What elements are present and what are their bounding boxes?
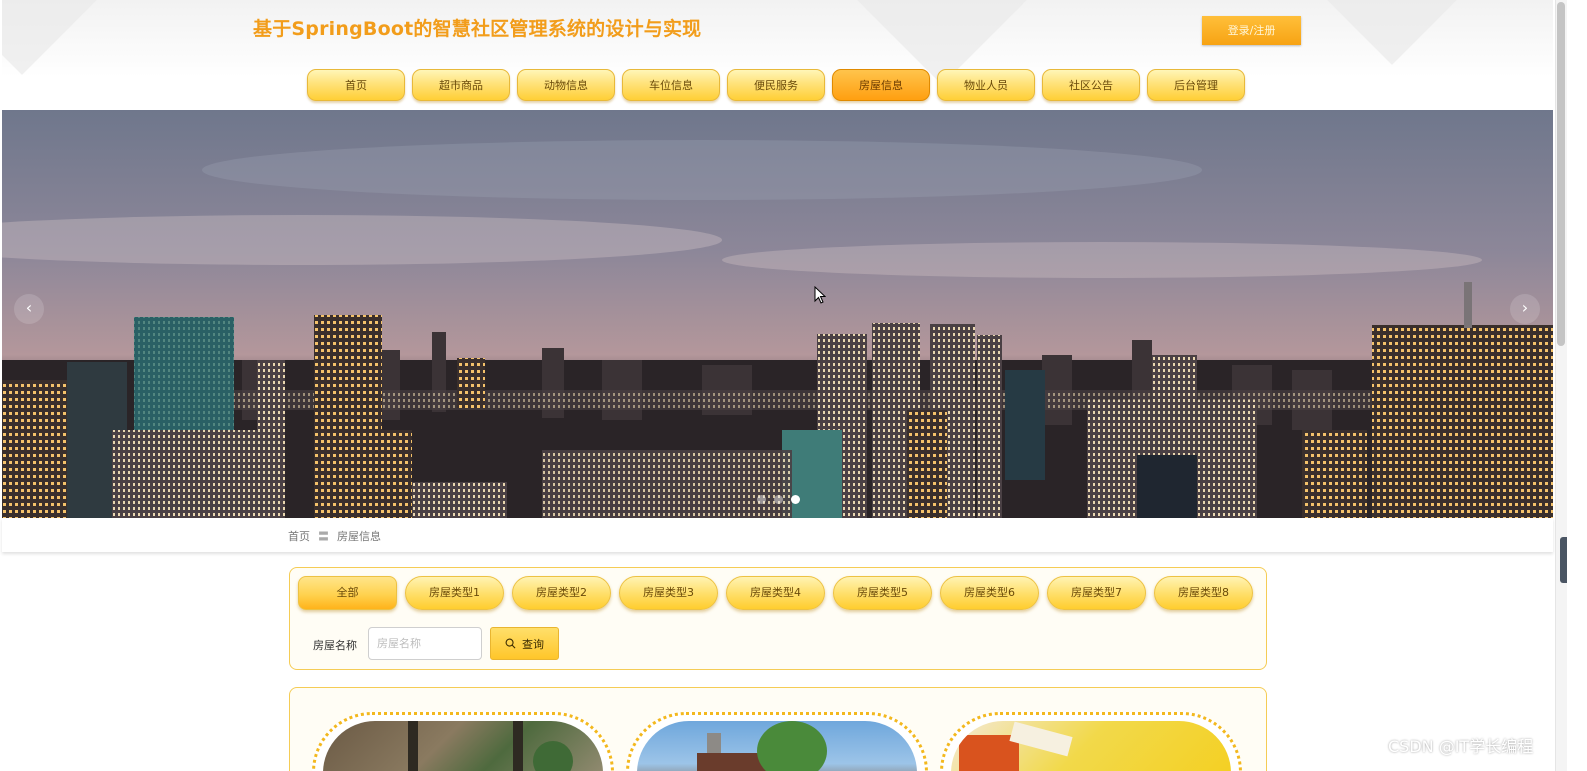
nav-item-7[interactable]: 物业人员 bbox=[937, 69, 1035, 101]
house-card[interactable] bbox=[626, 712, 928, 771]
site-title: 基于SpringBoot的智慧社区管理系统的设计与实现 bbox=[253, 18, 702, 40]
category-tab-8[interactable]: 房屋类型8 bbox=[1154, 576, 1253, 610]
breadcrumb-current: 房屋信息 bbox=[337, 530, 381, 543]
nav-item-6[interactable]: 房屋信息 bbox=[832, 69, 930, 101]
main-nav: 首页 超市商品 动物信息 车位信息 便民服务 房屋信息 物业人员 社区公告 后台管理 bbox=[307, 69, 1245, 103]
house-name-search-input[interactable] bbox=[368, 627, 482, 660]
header-decoration bbox=[2, 0, 107, 75]
banner-carousel bbox=[2, 110, 1553, 518]
search-button-label: 查询 bbox=[522, 637, 544, 651]
city-skyline-image bbox=[2, 110, 1553, 518]
banner-dots bbox=[757, 495, 800, 504]
side-toolbar-tab[interactable] bbox=[1560, 537, 1567, 583]
nav-item-9[interactable]: 后台管理 bbox=[1147, 69, 1245, 101]
breadcrumb-home[interactable]: 首页 bbox=[288, 528, 310, 544]
breadcrumb-separator: 〓 bbox=[318, 530, 329, 543]
category-tab-0[interactable]: 全部 bbox=[298, 576, 397, 610]
category-tab-3[interactable]: 房屋类型3 bbox=[619, 576, 718, 610]
house-photo-2 bbox=[637, 721, 917, 771]
scrollbar-thumb[interactable] bbox=[1557, 2, 1565, 346]
search-label: 房屋名称 bbox=[313, 639, 357, 652]
banner-dot[interactable] bbox=[757, 495, 766, 504]
category-tab-1[interactable]: 房屋类型1 bbox=[405, 576, 504, 610]
banner-next-arrow[interactable]: › bbox=[1510, 294, 1540, 324]
header-decoration bbox=[1307, 0, 1477, 65]
breadcrumb-bar bbox=[2, 518, 1553, 552]
banner-dot[interactable] bbox=[774, 495, 783, 504]
category-tab-4[interactable]: 房屋类型4 bbox=[726, 576, 825, 610]
nav-item-3[interactable]: 动物信息 bbox=[517, 69, 615, 101]
nav-item-5[interactable]: 便民服务 bbox=[727, 69, 825, 101]
house-photo-3 bbox=[951, 721, 1231, 771]
house-card[interactable] bbox=[312, 712, 614, 771]
category-filter: 全部 房屋类型1 房屋类型2 房屋类型3 房屋类型4 房屋类型5 房屋类型6 房屋类型7 房屋类… bbox=[298, 576, 1253, 610]
mouse-cursor-icon bbox=[814, 286, 826, 304]
nav-item-8[interactable]: 社区公告 bbox=[1042, 69, 1140, 101]
page: 基于SpringBoot的智慧社区管理系统的设计与实现 登录/注册 首页 超市商品… bbox=[0, 0, 1587, 771]
category-tab-7[interactable]: 房屋类型7 bbox=[1047, 576, 1146, 610]
house-photo-1 bbox=[323, 721, 603, 771]
search-icon bbox=[505, 638, 516, 649]
breadcrumb: 首页 〓 房屋信息 bbox=[288, 528, 381, 544]
category-tab-2[interactable]: 房屋类型2 bbox=[512, 576, 611, 610]
nav-item-1[interactable]: 首页 bbox=[307, 69, 405, 101]
search-button[interactable]: 查询 bbox=[490, 627, 559, 660]
watermark: CSDN @IT学长编程 bbox=[1388, 737, 1534, 756]
banner-prev-arrow[interactable]: ‹ bbox=[14, 294, 44, 324]
nav-item-2[interactable]: 超市商品 bbox=[412, 69, 510, 101]
category-tab-5[interactable]: 房屋类型5 bbox=[833, 576, 932, 610]
banner-dot-active[interactable] bbox=[791, 495, 800, 504]
login-register-button[interactable]: 登录/注册 bbox=[1202, 16, 1301, 45]
nav-item-4[interactable]: 车位信息 bbox=[622, 69, 720, 101]
house-card[interactable] bbox=[940, 712, 1242, 771]
category-tab-6[interactable]: 房屋类型6 bbox=[940, 576, 1039, 610]
